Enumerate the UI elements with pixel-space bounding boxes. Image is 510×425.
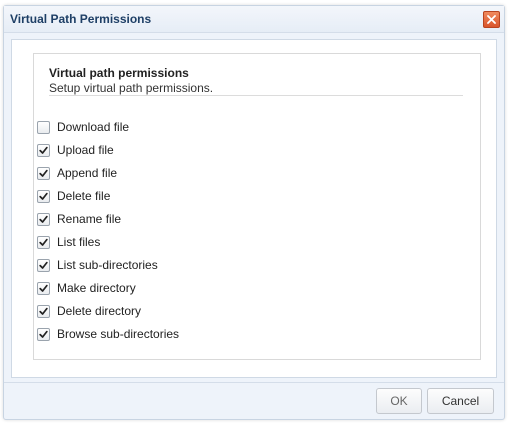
permission-delete-directory[interactable]: Delete directory bbox=[37, 304, 277, 320]
section-title: Virtual path permissions bbox=[49, 66, 189, 80]
list-files-label: List files bbox=[57, 235, 101, 249]
delete-directory-label: Delete directory bbox=[57, 304, 142, 318]
checkmark-icon bbox=[39, 146, 48, 154]
cancel-button[interactable]: Cancel bbox=[427, 388, 494, 414]
make-directory-checkbox[interactable] bbox=[37, 282, 50, 295]
list-sub-directories-label: List sub-directories bbox=[57, 258, 158, 272]
section-divider bbox=[49, 95, 463, 96]
browse-sub-directories-label: Browse sub-directories bbox=[57, 327, 180, 341]
make-directory-label: Make directory bbox=[57, 281, 136, 295]
download-file-checkbox[interactable] bbox=[37, 121, 50, 134]
ok-button[interactable]: OK bbox=[376, 388, 422, 414]
permissions-panel: Virtual path permissions Setup virtual p… bbox=[33, 53, 481, 360]
permission-upload-file[interactable]: Upload file bbox=[37, 143, 277, 159]
checkmark-icon bbox=[39, 330, 48, 338]
list-sub-directories-checkbox[interactable] bbox=[37, 259, 50, 272]
checkmark-icon bbox=[39, 261, 48, 269]
permission-append-file[interactable]: Append file bbox=[37, 166, 277, 182]
footer-divider bbox=[4, 382, 504, 383]
browse-sub-directories-checkbox[interactable] bbox=[37, 328, 50, 341]
permission-make-directory[interactable]: Make directory bbox=[37, 281, 277, 297]
delete-file-label: Delete file bbox=[57, 189, 111, 203]
checkmark-icon bbox=[39, 215, 48, 223]
permission-download-file[interactable]: Download file bbox=[37, 120, 277, 136]
permission-browse-sub-directories[interactable]: Browse sub-directories bbox=[37, 327, 277, 343]
close-icon bbox=[487, 15, 496, 24]
upload-file-checkbox[interactable] bbox=[37, 144, 50, 157]
checkmark-icon bbox=[39, 238, 48, 246]
list-files-checkbox[interactable] bbox=[37, 236, 50, 249]
permission-delete-file[interactable]: Delete file bbox=[37, 189, 277, 205]
dialog-titlebar[interactable]: Virtual Path Permissions bbox=[4, 6, 504, 33]
permission-list-sub-directories[interactable]: List sub-directories bbox=[37, 258, 277, 274]
checkmark-icon bbox=[39, 192, 48, 200]
append-file-checkbox[interactable] bbox=[37, 167, 50, 180]
section-subtitle: Setup virtual path permissions. bbox=[49, 81, 214, 95]
upload-file-label: Upload file bbox=[57, 143, 114, 157]
dialog-title: Virtual Path Permissions bbox=[10, 12, 152, 26]
virtual-path-permissions-dialog: Virtual Path Permissions Virtual path pe… bbox=[3, 5, 505, 420]
permission-rename-file[interactable]: Rename file bbox=[37, 212, 277, 228]
download-file-label: Download file bbox=[57, 120, 130, 134]
append-file-label: Append file bbox=[57, 166, 118, 180]
delete-directory-checkbox[interactable] bbox=[37, 305, 50, 318]
permission-list-files[interactable]: List files bbox=[37, 235, 277, 251]
rename-file-checkbox[interactable] bbox=[37, 213, 50, 226]
dialog-content: Virtual path permissions Setup virtual p… bbox=[11, 39, 497, 378]
checkmark-icon bbox=[39, 284, 48, 292]
close-button[interactable] bbox=[483, 11, 500, 28]
delete-file-checkbox[interactable] bbox=[37, 190, 50, 203]
checkmark-icon bbox=[39, 307, 48, 315]
checkmark-icon bbox=[39, 169, 48, 177]
rename-file-label: Rename file bbox=[57, 212, 122, 226]
